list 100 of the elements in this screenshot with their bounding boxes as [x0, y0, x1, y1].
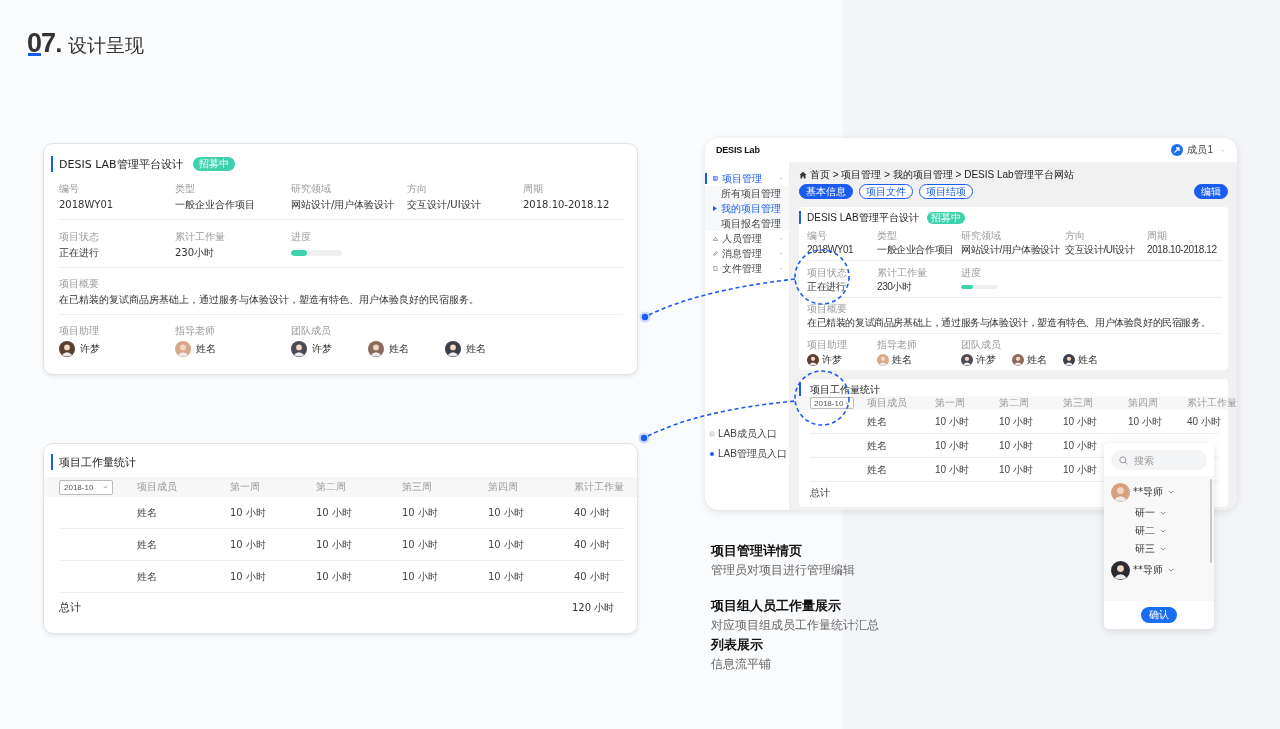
field-value: 2018.10-2018.12 [523, 198, 611, 211]
menu-item[interactable]: 人员管理 [705, 231, 789, 246]
field-label: 类型 [175, 182, 196, 195]
table-cell-text: 10 小时 [1063, 462, 1098, 477]
search-field[interactable]: 搜索 [1111, 450, 1207, 470]
avatar [1111, 482, 1130, 502]
highlight-circle [794, 370, 850, 426]
edit-button[interactable]: 编辑 [1194, 184, 1228, 199]
tree-item[interactable]: 研二 [1104, 522, 1214, 540]
field-label: 研究领域 [961, 230, 1002, 242]
field-label: 团队成员 [291, 324, 332, 337]
chevron-icon [845, 401, 850, 405]
submenu-item[interactable]: 我的项目管理 [705, 201, 789, 216]
table-cell-text: 10 小时 [230, 569, 267, 584]
tab[interactable]: 基本信息 [799, 184, 853, 199]
table-cell-text: 10 小时 [402, 569, 439, 584]
field-label: 团队成员 [961, 339, 1002, 351]
field-label: 项目概要 [807, 303, 848, 315]
avatar [1012, 354, 1024, 366]
summary-text: 在已精装的复试商品房基础上，通过服务与体验设计，塑造有特色、用户体验良好的民宿服务。 [807, 317, 1212, 329]
tab[interactable]: 项目文件 [859, 184, 913, 199]
caption-title: 项目组人员工作量展示 [711, 597, 842, 615]
tree-item[interactable]: **导师 [1104, 480, 1214, 504]
scrollbar[interactable] [1210, 479, 1212, 563]
column-header: 累计工作量 [1187, 396, 1237, 410]
field-label: 项目状态 [807, 267, 848, 279]
chevron-icon [1160, 547, 1166, 551]
field-label: 研究领域 [291, 182, 332, 195]
field-label: 指导老师 [175, 324, 216, 337]
avatar [445, 341, 461, 357]
field-label: 编号 [59, 182, 80, 195]
column-header: 项目成员 [137, 480, 178, 494]
total-label: 总计 [810, 486, 830, 500]
table-cell-text: 姓名 [137, 505, 158, 520]
tree-item[interactable]: 研一 [1104, 504, 1214, 522]
user-name[interactable]: 成员1 [1187, 143, 1213, 157]
chevron-icon [779, 267, 783, 270]
confirm-button[interactable]: 确认 [1141, 607, 1177, 623]
field-value: 正在进行 [59, 246, 100, 259]
caption-text: 对应项目组成员工作量统计汇总 [711, 617, 879, 634]
menu-item[interactable]: 文件管理 [705, 261, 789, 276]
submenu-item[interactable]: 所有项目管理 [705, 186, 789, 201]
chevron-icon [1168, 568, 1174, 572]
entry-option[interactable]: LAB管理员入口 [718, 447, 787, 461]
member-name: 许梦 [822, 353, 842, 367]
member-name: 许梦 [80, 342, 100, 356]
table-cell-text: 10 小时 [935, 414, 970, 429]
table-cell-text: 10 小时 [230, 505, 267, 520]
table-cell-text: 10 小时 [316, 569, 353, 584]
field-label: 周期 [1147, 230, 1168, 242]
total-label: 总计 [59, 601, 81, 615]
column-header: 累计工作量 [574, 480, 624, 494]
avatar [291, 341, 307, 357]
avatar [807, 354, 819, 366]
field-value: 一般企业合作项目 [175, 198, 256, 211]
table-cell-text: 10 小时 [1128, 414, 1163, 429]
tab[interactable]: 项目结项 [919, 184, 973, 199]
member-name: 姓名 [466, 342, 486, 356]
logo: DESIS Lab [716, 145, 760, 155]
caption-title: 列表展示 [711, 636, 764, 654]
menu-item[interactable]: 项目管理 [705, 171, 789, 186]
table-cell-text: 10 小时 [999, 462, 1034, 477]
card-title: DESIS LAB管理平台设计 [807, 210, 919, 225]
month-select[interactable]: 2018-10 [810, 397, 854, 409]
caption-text: 信息流平铺 [711, 656, 772, 673]
entry-option[interactable]: LAB成员入口 [718, 427, 777, 441]
section-title: 设计呈现 [67, 33, 144, 58]
field-label: 指导老师 [877, 339, 918, 351]
status-badge: 招募中 [926, 211, 965, 224]
radio-dot[interactable] [709, 431, 715, 437]
field-label: 类型 [877, 230, 898, 242]
triangle-icon [713, 206, 717, 211]
chevron-icon [1168, 490, 1174, 494]
chevron-icon [779, 252, 783, 255]
menu-item[interactable]: 消息管理 [705, 246, 789, 261]
table-cell-text: 10 小时 [316, 505, 353, 520]
field-label: 进度 [291, 230, 312, 243]
avatar [1171, 144, 1184, 156]
field-value: 网站设计/用户体验设计 [961, 244, 1061, 256]
card-title: DESIS LAB管理平台设计 [59, 156, 183, 172]
field-label: 编号 [807, 230, 828, 242]
month-select[interactable]: 2018-10 [59, 479, 113, 495]
section-number: 07 [27, 28, 56, 59]
field-value: 2018WY01 [807, 244, 855, 256]
tree-item[interactable]: 研三 [1104, 540, 1214, 558]
table-cell-text: 10 小时 [402, 505, 439, 520]
tree-item[interactable]: **导师 [1104, 558, 1214, 582]
table-cell-text: 10 小时 [1063, 414, 1098, 429]
field-label: 项目状态 [59, 230, 100, 243]
grid-icon [713, 176, 718, 181]
member-name: 许梦 [312, 342, 332, 356]
document-icon [713, 266, 718, 271]
field-label: 累计工作量 [877, 267, 928, 279]
field-value: 230小时 [877, 281, 913, 293]
status-badge: 招募中 [192, 157, 235, 171]
field-value: 230小时 [175, 246, 216, 259]
summary-text: 在已精装的复试商品房基础上，通过服务与体验设计，塑造有特色、用户体验良好的民宿服务。 [59, 293, 480, 306]
radio-dot[interactable] [710, 452, 714, 456]
submenu-item[interactable]: 项目报名管理 [705, 216, 789, 231]
table-cell-text: 姓名 [137, 569, 158, 584]
